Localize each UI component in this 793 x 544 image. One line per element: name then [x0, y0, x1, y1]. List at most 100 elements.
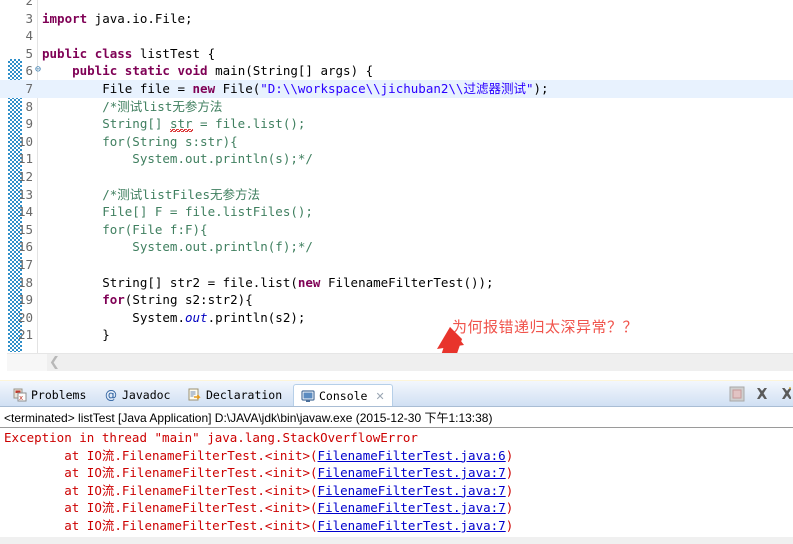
code-line[interactable]: 12 [0, 168, 793, 186]
code-text: for(String s2:str2){ [102, 292, 253, 308]
stack-trace-line: at IO流.FilenameFilterTest.<init>(Filenam… [4, 464, 793, 482]
stack-trace-line: at IO流.FilenameFilterTest.<init>(Filenam… [4, 482, 793, 500]
line-number: 16 [17, 239, 33, 255]
code-lines-container[interactable]: 2 3 import java.io.File; 4 5 public class lis… [0, 0, 793, 363]
code-line[interactable]: 6 ⊖ public static void main(String[] args… [0, 62, 793, 80]
javadoc-at-icon: @ [104, 388, 118, 402]
stack-trace-line: at IO流.FilenameFilterTest.<init>(Filenam… [4, 447, 793, 465]
source-link[interactable]: FilenameFilterTest.java:7 [318, 465, 506, 480]
source-link[interactable]: FilenameFilterTest.java:7 [318, 518, 506, 533]
line-number: 14 [17, 204, 33, 220]
code-line[interactable]: 10 for(String s:str){ [0, 133, 793, 151]
code-text: for(String s:str){ [42, 133, 238, 149]
line-number: 11 [17, 151, 33, 167]
code-line[interactable]: 21 } [0, 326, 793, 344]
tab-label: Javadoc [122, 388, 171, 402]
stack-frame-text: at IO流.FilenameFilterTest.<init>( [4, 447, 318, 463]
remove-launch-button[interactable] [754, 386, 770, 402]
line-number: 19 [17, 292, 33, 308]
chevron-left-icon[interactable]: ❮ [49, 355, 60, 370]
line-number: 5 [25, 45, 33, 61]
line-number: 6 [25, 63, 33, 79]
close-icon[interactable]: ✕ [375, 390, 384, 403]
line-number: 15 [17, 221, 33, 237]
code-text: String[] str = file.list(); [42, 116, 306, 133]
stack-frame-suffix: ) [505, 482, 514, 498]
code-line[interactable]: 2 [0, 0, 793, 10]
line-number: 3 [25, 10, 33, 26]
code-line[interactable]: 3 import java.io.File; [0, 10, 793, 28]
tab-console[interactable]: Console ✕ [293, 384, 393, 407]
stack-frame-text: at IO流.FilenameFilterTest.<init>( [4, 500, 318, 516]
tab-declaration[interactable]: Declaration [181, 383, 289, 407]
code-line[interactable]: 8 /*测试list无参方法 [0, 98, 793, 116]
tab-label: Declaration [206, 388, 283, 402]
line-number: 18 [17, 274, 33, 290]
line-number: 9 [25, 116, 33, 132]
code-line[interactable]: 15 for(File f:F){ [0, 221, 793, 239]
code-line[interactable]: 19 for(String s2:str2){ [0, 291, 793, 309]
line-number: 10 [17, 133, 33, 149]
console-divider [0, 427, 793, 428]
console-tab-bar[interactable]: x Problems @ Javadoc Declaration Console ✕ [0, 380, 793, 407]
line-number: 20 [17, 309, 33, 325]
stack-frame-text: at IO流.FilenameFilterTest.<init>( [4, 465, 318, 481]
stack-frame-suffix: ) [505, 447, 514, 463]
terminated-process-line: <terminated> listTest [Java Application]… [4, 411, 493, 425]
remove-all-terminated-button[interactable] [779, 386, 791, 402]
terminate-button[interactable] [729, 386, 745, 402]
console-output-area[interactable]: <terminated> listTest [Java Application]… [0, 406, 793, 544]
console-icon [301, 389, 315, 403]
stack-frame-text: at IO流.FilenameFilterTest.<init>( [4, 517, 318, 533]
code-text: public class listTest { [42, 45, 216, 61]
code-text: public static void main(String[] args) { [72, 63, 374, 79]
editor-horizontal-scrollbar[interactable] [7, 353, 793, 372]
code-line[interactable]: 13 /*测试listFiles无参方法 [0, 186, 793, 204]
code-line[interactable]: 9 String[] str = file.list(); [0, 115, 793, 133]
code-text: System.out.println(s);*/ [42, 151, 313, 167]
console-panel[interactable]: x Problems @ Javadoc Declaration Console ✕ <te… [0, 380, 793, 544]
code-line[interactable]: 7 File file = new File("D:\\workspace\\j… [0, 80, 793, 98]
code-line[interactable]: 11 System.out.println(s);*/ [0, 150, 793, 168]
scrollbar-thumb[interactable] [47, 354, 793, 372]
line-number: 21 [17, 327, 33, 343]
code-editor[interactable]: 2 3 import java.io.File; 4 5 public class lis… [0, 0, 793, 403]
stack-trace-line: at IO流.FilenameFilterTest.<init>(Filenam… [4, 517, 793, 535]
source-link[interactable]: FilenameFilterTest.java:6 [318, 448, 506, 463]
code-line[interactable]: 17 [0, 256, 793, 274]
code-line[interactable]: 4 [0, 27, 793, 45]
stack-frame-suffix: ) [505, 517, 514, 533]
source-link[interactable]: FilenameFilterTest.java:7 [318, 483, 506, 498]
code-line[interactable]: 20 System.out.println(s2); [0, 309, 793, 327]
stack-frame-suffix: ) [505, 500, 514, 516]
code-line[interactable]: 18 String[] str2 = file.list(new Filenam… [0, 274, 793, 292]
red-annotation-text: 为何报错递归太深异常？？ [452, 318, 639, 336]
scrollbar-track-left[interactable] [7, 354, 47, 372]
line-number: 13 [17, 186, 33, 202]
code-text: } [42, 327, 110, 343]
code-text: File[] F = file.listFiles(); [42, 204, 313, 220]
code-text: for(File f:F){ [42, 221, 208, 237]
exception-header-line: Exception in thread "main" java.lang.Sta… [4, 430, 418, 445]
code-text: import java.io.File; [42, 10, 193, 26]
code-line[interactable]: 16 System.out.println(f);*/ [0, 238, 793, 256]
line-number: 8 [25, 98, 33, 114]
source-link[interactable]: FilenameFilterTest.java:7 [318, 500, 506, 515]
line-number: 12 [17, 169, 33, 184]
line-number: 7 [25, 81, 33, 96]
console-toolbar[interactable] [729, 383, 793, 405]
stack-frame-text: at IO流.FilenameFilterTest.<init>( [4, 482, 318, 498]
line-number: 4 [25, 28, 33, 44]
tab-javadoc[interactable]: @ Javadoc [97, 383, 177, 407]
code-line[interactable]: 14 File[] F = file.listFiles(); [0, 203, 793, 221]
line-number: 17 [17, 257, 33, 272]
stack-trace-output[interactable]: Exception in thread "main" java.lang.Sta… [4, 429, 793, 535]
problems-icon: x [13, 388, 27, 402]
stack-frame-suffix: ) [505, 465, 514, 481]
tab-problems[interactable]: x Problems [6, 383, 93, 407]
code-line[interactable]: 5 public class listTest { [0, 45, 793, 63]
code-text: File file = new File("D:\\workspace\\jic… [42, 81, 549, 96]
svg-text:@: @ [105, 388, 117, 402]
code-text: /*测试listFiles无参方法 [42, 186, 260, 202]
editor-bottom-spacer [0, 371, 793, 380]
